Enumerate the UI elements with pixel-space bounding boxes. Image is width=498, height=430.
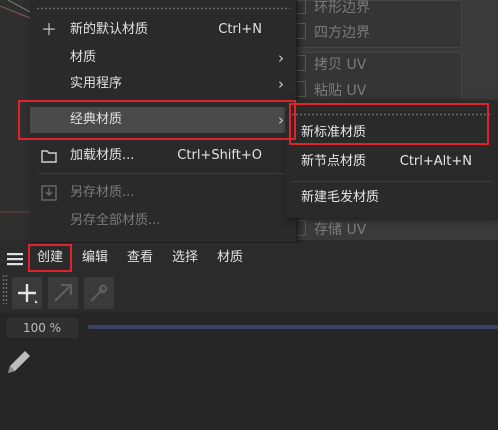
- eyedropper-icon: [90, 284, 108, 302]
- pencil-icon[interactable]: [4, 347, 34, 381]
- plus-icon: [18, 284, 38, 303]
- uv-item[interactable]: 环形边界: [290, 0, 370, 19]
- menu-item-load-material[interactable]: 加载材质... Ctrl+Shift+O: [30, 143, 296, 169]
- uv-item[interactable]: 四方边界: [290, 22, 370, 44]
- move-tool-button[interactable]: [48, 277, 78, 309]
- hamburger-menu-icon[interactable]: [7, 252, 23, 270]
- save-icon: [40, 180, 58, 206]
- submenu-item-new-standard-material[interactable]: 新标准材质: [285, 119, 498, 147]
- toolbar: [0, 273, 498, 313]
- chevron-right-icon: ›: [278, 111, 284, 129]
- material-menu: ＋ 新的默认材质 Ctrl+N 材质 › 实用程序 › 经典材质 › 加载材质.…: [30, 0, 297, 242]
- menu-separator: [291, 181, 492, 182]
- tab-material[interactable]: 材质: [217, 243, 243, 273]
- zoom-row: 100 %: [0, 313, 498, 341]
- zoom-value-field[interactable]: 100 %: [6, 318, 78, 338]
- tab-create[interactable]: 创建: [37, 243, 63, 273]
- tab-edit[interactable]: 编辑: [82, 243, 108, 273]
- tab-select[interactable]: 选择: [172, 243, 198, 273]
- uv-item[interactable]: 粘贴 UV: [290, 80, 366, 102]
- arrow-icon: [54, 283, 73, 302]
- edit-area: [0, 341, 498, 430]
- menu-item-save-all-materials[interactable]: 另存全部材质...: [30, 208, 296, 234]
- folder-icon: [40, 143, 58, 169]
- menu-separator: [38, 173, 288, 174]
- menu-item-save-material[interactable]: 另存材质...: [30, 180, 296, 206]
- menu-item-material[interactable]: 材质 ›: [30, 45, 296, 71]
- menu-grip: [291, 113, 492, 116]
- zoom-slider-track[interactable]: [88, 325, 498, 329]
- tab-bar: 创建 编辑 查看 选择 材质: [0, 243, 498, 273]
- menu-separator: [38, 138, 288, 139]
- toolbar-grip: [2, 274, 8, 304]
- menu-grip: [36, 7, 290, 10]
- uv-item[interactable]: 拷贝 UV: [290, 54, 366, 76]
- menu-item-classic-material[interactable]: 经典材质 ›: [30, 107, 296, 133]
- menu-separator: [38, 100, 288, 101]
- tab-view[interactable]: 查看: [127, 243, 153, 273]
- classic-material-submenu: 新标准材质 新节点材质 Ctrl+Alt+N 新建毛发材质: [285, 100, 498, 218]
- uv-item[interactable]: 存储 UV: [290, 219, 366, 241]
- submenu-item-new-node-material[interactable]: 新节点材质 Ctrl+Alt+N: [285, 148, 498, 176]
- eyedropper-tool-button[interactable]: [84, 277, 114, 309]
- menu-item-utilities[interactable]: 实用程序 ›: [30, 71, 296, 97]
- chevron-right-icon: ›: [278, 75, 284, 93]
- submenu-item-new-hair-material[interactable]: 新建毛发材质: [285, 184, 498, 212]
- menu-item-new-default-material[interactable]: ＋ 新的默认材质 Ctrl+N: [30, 17, 296, 43]
- plus-icon: ＋: [40, 20, 57, 39]
- add-tool-button[interactable]: [12, 277, 42, 309]
- chevron-right-icon: ›: [278, 49, 284, 67]
